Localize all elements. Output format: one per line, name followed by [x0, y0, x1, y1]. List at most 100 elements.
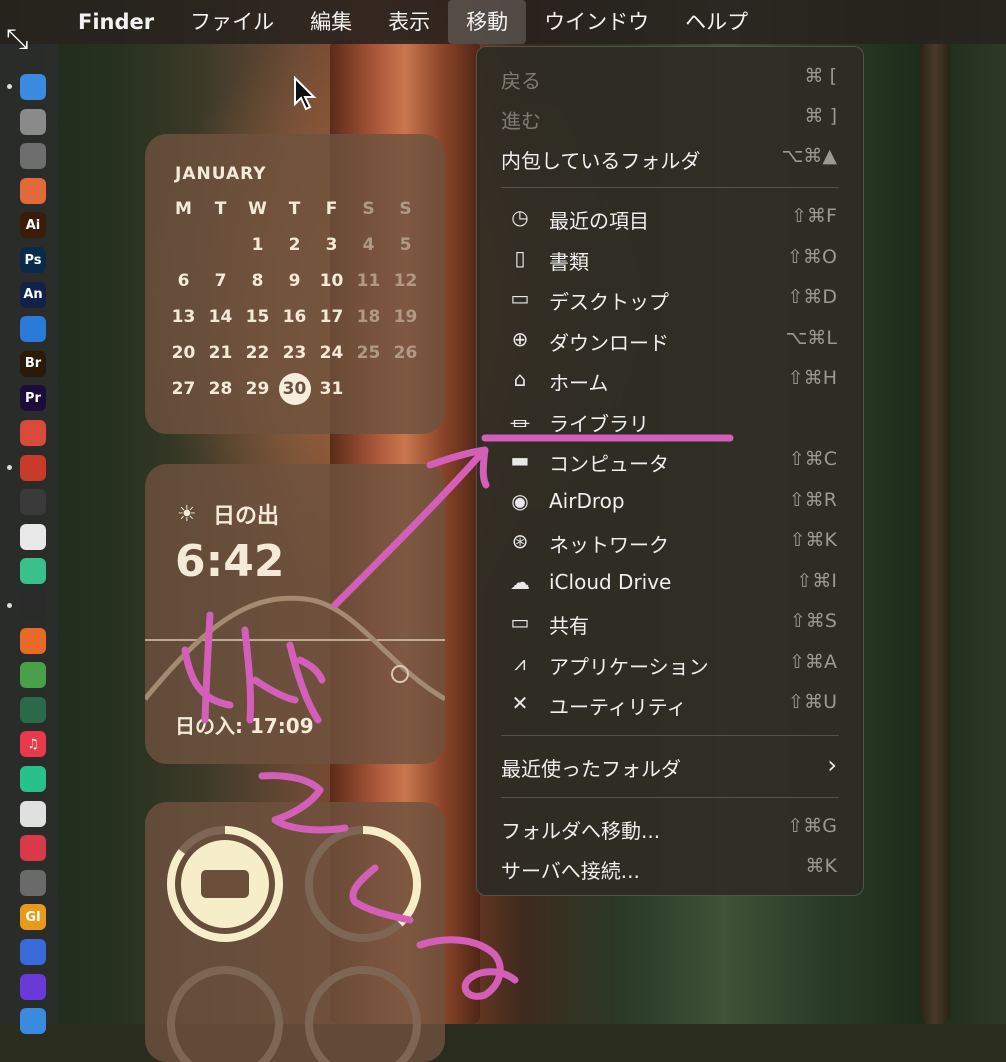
weekday-label: M — [175, 199, 192, 219]
weekday-label: S — [399, 199, 412, 219]
menu-item-place[interactable]: ⌂ ホーム ⇧⌘H — [477, 361, 863, 397]
day-number: 4 — [362, 235, 375, 255]
menu-item-shortcut: ⇧⌘R — [788, 488, 837, 511]
calendar-day: 31 — [313, 376, 350, 412]
menu-item-shortcut: ⇧⌘H — [787, 367, 837, 389]
menu-item-place[interactable]: ▬ コンピュータ ⇧⌘C — [477, 442, 863, 478]
finder-icon[interactable] — [20, 74, 46, 100]
sunset-time: 日の入: 17:09 — [175, 714, 314, 738]
calendar-day: 2 — [276, 232, 313, 268]
menu-item-shortcut: ⌘ ] — [804, 105, 837, 127]
app-icon[interactable] — [20, 766, 46, 792]
app-icon[interactable] — [20, 662, 46, 689]
day-number: 26 — [393, 343, 418, 363]
illustrator-icon[interactable]: Ai — [20, 212, 46, 239]
menu-item-place[interactable]: ☁ iCloud Drive ⇧⌘I — [477, 564, 863, 600]
weekday-label: F — [325, 199, 338, 219]
calculator-icon[interactable] — [20, 143, 46, 170]
day-number: 1 — [251, 235, 264, 255]
calendar-day: 6 — [165, 268, 202, 304]
app-icon[interactable] — [20, 454, 46, 481]
menu-item-place[interactable]: ◉ AirDrop ⇧⌘R — [477, 483, 863, 519]
expand-icon[interactable]: ⤡ — [6, 22, 28, 56]
app-icon[interactable] — [20, 1008, 46, 1035]
menu-item-connect-server[interactable]: サーバへ接続... ⌘K — [477, 849, 863, 885]
menu-help[interactable]: ヘルプ — [667, 0, 766, 44]
menu-item-place[interactable]: ✕ ユーティリティ ⇧⌘U — [477, 685, 863, 721]
animate-icon[interactable]: An — [20, 281, 46, 308]
menu-item-shortcut: ⇧⌘F — [791, 205, 837, 227]
app-icon[interactable] — [20, 558, 46, 585]
menu-window[interactable]: ウインドウ — [526, 0, 667, 44]
siri-icon[interactable] — [20, 973, 46, 1000]
calendar-day: 26 — [387, 340, 424, 376]
menu-item-place[interactable]: ◷ 最近の項目 ⇧⌘F — [477, 199, 863, 235]
menu-separator — [501, 735, 839, 736]
menu-item-place[interactable]: ⊛ ネットワーク ⇧⌘K — [477, 523, 863, 559]
app-icon[interactable]: Gl — [20, 904, 46, 931]
menu-item-label: 書類 — [549, 249, 589, 274]
menu-view[interactable]: 表示 — [370, 0, 448, 44]
app-icon[interactable] — [20, 523, 46, 550]
day-number: 17 — [319, 307, 344, 327]
weekday-row: MTWTFSS — [165, 196, 443, 232]
app-icon[interactable] — [20, 627, 46, 654]
day-number: 21 — [208, 343, 233, 363]
day-number: 7 — [214, 271, 227, 291]
menu-item-place[interactable]: ⊕ ダウンロード ⌥⌘L — [477, 321, 863, 357]
menu-edit[interactable]: 編集 — [292, 0, 370, 44]
menu-item-place[interactable]: ⩘ アプリケーション ⇧⌘A — [477, 645, 863, 681]
screenshot-icon[interactable] — [20, 869, 46, 896]
calendar-day: 4 — [350, 232, 387, 268]
applications-icon: ⩘ — [514, 650, 526, 675]
chevron-right-icon: › — [827, 751, 837, 779]
blender-icon[interactable] — [20, 593, 46, 619]
menu-item-shortcut: ⇧⌘S — [790, 610, 837, 632]
music-icon[interactable]: ♫ — [20, 731, 46, 758]
menu-item-place[interactable]: ▭ 共有 ⇧⌘S — [477, 604, 863, 640]
menu-item-place[interactable]: ▯ 書類 ⇧⌘O — [477, 240, 863, 276]
bridge-icon[interactable]: Br — [20, 350, 46, 377]
menu-item-place[interactable]: ⏛ ライブラリ — [477, 402, 863, 438]
day-number: 12 — [393, 271, 418, 291]
weekday-label: T — [214, 199, 227, 219]
day-number: 24 — [319, 343, 344, 363]
day-number: 11 — [356, 271, 381, 291]
menu-item-label: 共有 — [549, 614, 589, 638]
sunrise-widget[interactable]: ☀ 日の出 6:42 日の入: 17:09 — [145, 464, 445, 764]
menu-item-shortcut: ⇧⌘K — [789, 529, 837, 551]
menu-go[interactable]: 移動 — [448, 0, 527, 44]
calendar-widget[interactable]: JANUARY M T W T F S S 1 2 3 4 5 6 7 8 9 10 11 12 13 14 15 16 17… — [145, 134, 445, 434]
day-number: 18 — [356, 307, 381, 327]
safari-icon[interactable] — [20, 316, 46, 343]
menu-finder[interactable]: Finder — [60, 0, 172, 44]
menu-item-shortcut: ⇧⌘I — [796, 569, 837, 592]
week-row: 13 14 15 16 17 18 19 — [165, 304, 443, 340]
menu-bar: Finder ファイル 編集 表示 移動 ウインドウ ヘルプ — [0, 0, 1006, 44]
weekday-label: T — [288, 199, 301, 219]
menu-item-enclosing-folder[interactable]: 内包しているフォルダ ⌥⌘▲ — [477, 139, 863, 175]
system-settings-icon[interactable] — [20, 108, 46, 135]
launchpad-icon[interactable] — [20, 177, 46, 204]
shared-folder-icon: ▭ — [510, 610, 530, 634]
photoshop-icon[interactable]: Ps — [20, 247, 46, 273]
menu-item-place[interactable]: ▭ デスクトップ ⇧⌘D — [477, 280, 863, 316]
app-icon[interactable] — [20, 696, 46, 723]
calendar-day: 8 — [239, 268, 276, 304]
chrome-icon[interactable] — [20, 420, 46, 446]
app-icon[interactable] — [20, 489, 46, 516]
textedit-icon[interactable] — [20, 800, 46, 827]
creative-cloud-icon[interactable] — [20, 835, 46, 862]
calendar-day: 16 — [276, 304, 313, 340]
menu-item-forward[interactable]: 進む ⌘ ] — [477, 99, 863, 135]
desktop-icon: ▭ — [510, 286, 530, 310]
menu-item-recent-folders[interactable]: 最近使ったフォルダ › — [477, 747, 863, 783]
menu-file[interactable]: ファイル — [172, 0, 292, 44]
menu-item-back[interactable]: 戻る ⌘ [ — [477, 59, 863, 95]
premiere-icon[interactable]: Pr — [20, 385, 46, 412]
calendar-day: 25 — [350, 340, 387, 376]
app-icon[interactable] — [20, 939, 46, 965]
menu-item-go-to-folder[interactable]: フォルダへ移動... ⇧⌘G — [477, 809, 863, 845]
battery-widget[interactable] — [145, 802, 445, 1062]
running-indicator — [7, 603, 12, 608]
